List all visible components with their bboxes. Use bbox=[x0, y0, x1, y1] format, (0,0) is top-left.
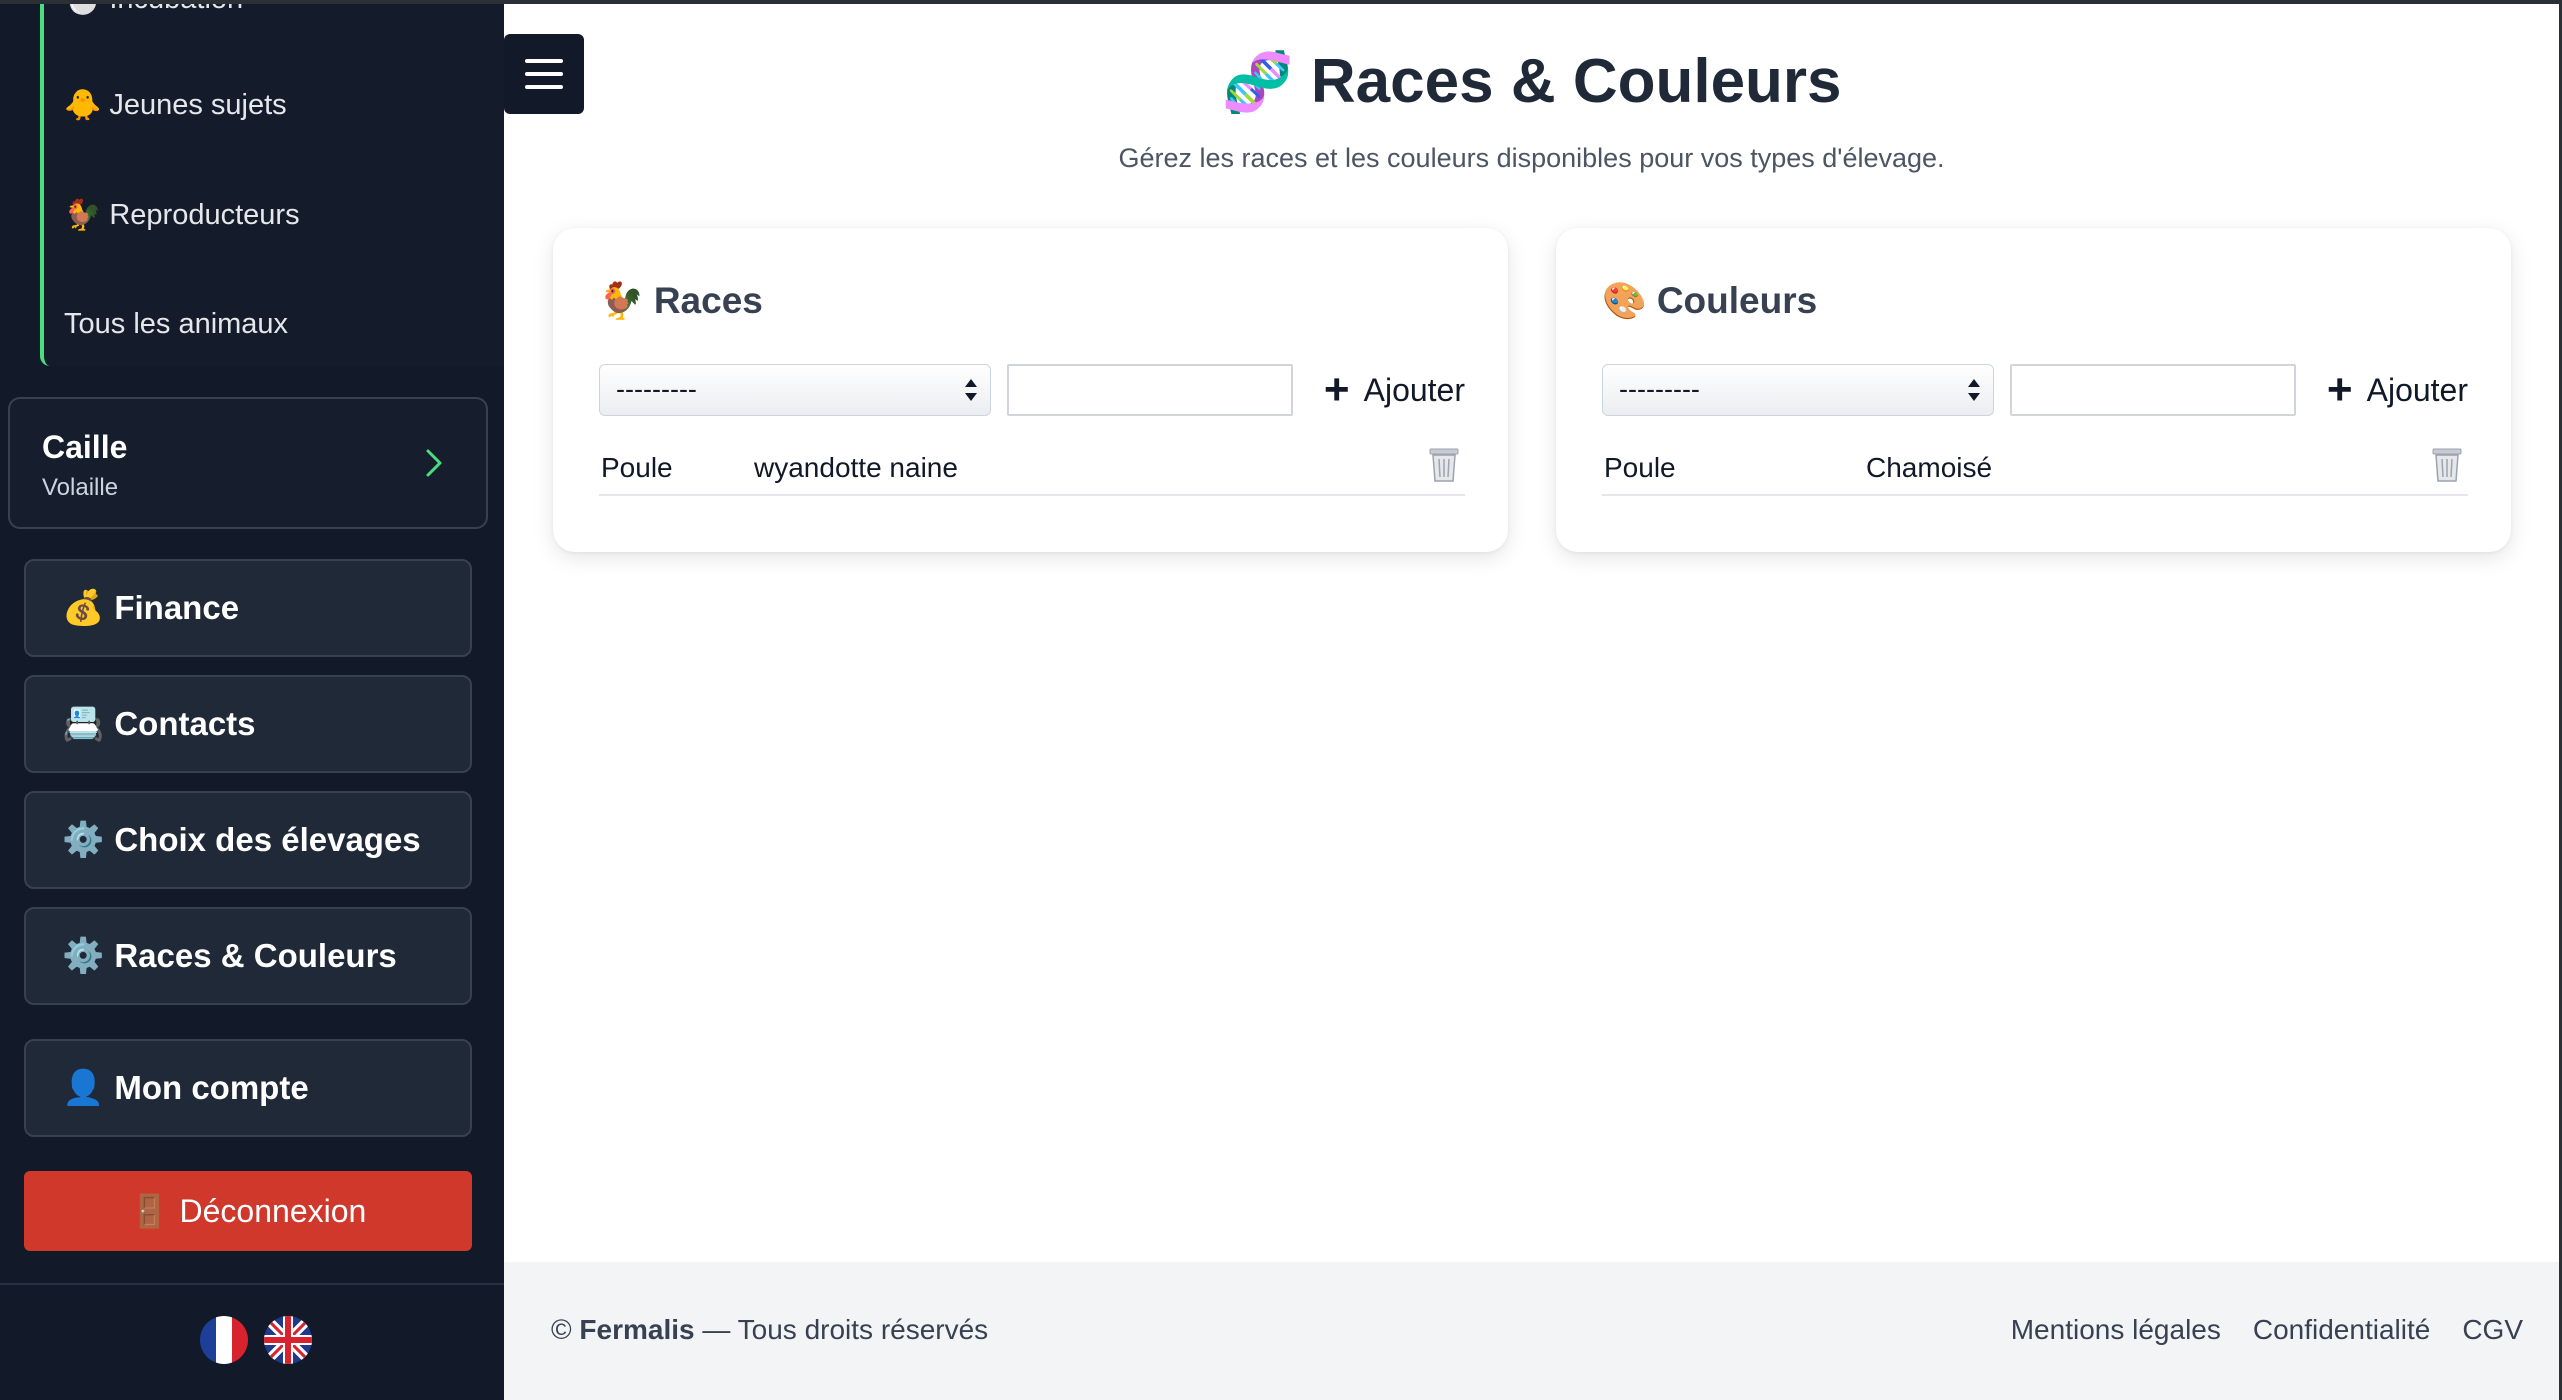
palette-icon: 🎨 bbox=[1602, 280, 1647, 321]
row-name: wyandotte naine bbox=[754, 452, 958, 483]
footer-link-mentions-legales[interactable]: Mentions légales bbox=[2011, 1314, 2221, 1346]
window-top-border bbox=[0, 0, 2562, 4]
chevron-right-icon bbox=[426, 449, 442, 477]
rooster-icon: 🐓 bbox=[64, 199, 102, 232]
add-button-label: Ajouter bbox=[2366, 371, 2468, 408]
races-panel: 🐓 Races --------- + Ajouter Poule wyando… bbox=[553, 228, 1508, 552]
select-arrows-icon bbox=[965, 379, 977, 401]
plus-icon: + bbox=[1323, 365, 1350, 414]
french-flag-icon[interactable] bbox=[200, 1316, 248, 1364]
add-race-button[interactable]: + Ajouter bbox=[1309, 364, 1465, 416]
logout-label: Déconnexion bbox=[179, 1192, 367, 1229]
sidebar-item-label: Tous les animaux bbox=[64, 308, 289, 340]
menu-button-mon-compte[interactable]: 👤 Mon compte bbox=[24, 1039, 472, 1137]
footer-link-confidentialite[interactable]: Confidentialité bbox=[2253, 1314, 2430, 1346]
gear-icon: ⚙️ bbox=[62, 821, 105, 859]
dna-icon: 🧬 bbox=[1221, 50, 1294, 115]
sidebar-divider bbox=[0, 1283, 504, 1285]
sidebar-item-label: Jeunes sujets bbox=[109, 89, 287, 121]
add-button-label: Ajouter bbox=[1363, 371, 1465, 408]
page-subtitle: Gérez les races et les couleurs disponib… bbox=[1118, 143, 1945, 173]
copyright-symbol: © bbox=[551, 1314, 572, 1345]
row-name: Chamoisé bbox=[1866, 452, 1993, 483]
menu-button-choix-des-elevages[interactable]: ⚙️ Choix des élevages bbox=[24, 791, 472, 889]
trash-icon[interactable] bbox=[2430, 446, 2464, 484]
menu-button-label: Choix des élevages bbox=[114, 821, 421, 858]
select-arrows-icon bbox=[1968, 379, 1980, 401]
sidebar-item-jeunes-sujets[interactable]: 🐥 Jeunes sujets bbox=[64, 88, 287, 123]
species-name: Caille bbox=[42, 429, 128, 465]
select-value: --------- bbox=[616, 374, 697, 404]
sidebar-item-label: Reproducteurs bbox=[109, 199, 300, 231]
couleurs-panel: 🎨 Couleurs --------- + Ajouter Poule Cha… bbox=[1556, 228, 2511, 552]
row-type: Poule bbox=[1604, 452, 1676, 483]
couleurs-type-select[interactable]: --------- bbox=[1602, 364, 1994, 416]
select-value: --------- bbox=[1619, 374, 1700, 404]
sidebar-item-reproducteurs[interactable]: 🐓 Reproducteurs bbox=[64, 198, 300, 233]
species-selector-card[interactable]: Caille Volaille bbox=[8, 397, 488, 529]
menu-button-label: Mon compte bbox=[114, 1069, 309, 1106]
couleur-name-input[interactable] bbox=[2010, 364, 2296, 416]
footer-copyright: © Fermalis — Tous droits réservés bbox=[551, 1314, 988, 1346]
sidebar-item-tous-les-animaux[interactable]: Tous les animaux bbox=[64, 308, 288, 341]
user-icon: 👤 bbox=[62, 1069, 105, 1107]
footer-brand: Fermalis bbox=[579, 1314, 695, 1345]
menu-button-contacts[interactable]: 📇 Contacts bbox=[24, 675, 472, 773]
footer-rights: — Tous droits réservés bbox=[702, 1314, 989, 1345]
rooster-icon: 🐓 bbox=[599, 280, 644, 321]
menu-button-label: Contacts bbox=[114, 705, 256, 742]
door-icon: 🚪 bbox=[129, 1193, 170, 1229]
sidebar: 🐣 Incubation 🐥 Jeunes sujets 🐓 Reproduct… bbox=[0, 0, 504, 1400]
row-type: Poule bbox=[601, 452, 673, 483]
race-name-input[interactable] bbox=[1007, 364, 1293, 416]
species-type: Volaille bbox=[42, 474, 119, 501]
page-title: 🧬 Races & Couleurs bbox=[504, 46, 2559, 117]
table-row: Poule wyandotte naine bbox=[599, 442, 1465, 496]
money-bag-icon: 💰 bbox=[62, 589, 105, 627]
panel-title-text: Couleurs bbox=[1656, 280, 1818, 321]
menu-button-finance[interactable]: 💰 Finance bbox=[24, 559, 472, 657]
logout-button[interactable]: 🚪 Déconnexion bbox=[24, 1171, 472, 1251]
add-couleur-button[interactable]: + Ajouter bbox=[2312, 364, 2468, 416]
footer-links: Mentions légales Confidentialité CGV bbox=[2011, 1314, 2523, 1346]
page-title-text: Races & Couleurs bbox=[1310, 47, 1842, 116]
card-index-icon: 📇 bbox=[62, 705, 105, 743]
plus-icon: + bbox=[2326, 365, 2353, 414]
footer: © Fermalis — Tous droits réservés Mentio… bbox=[504, 1262, 2559, 1400]
gear-icon: ⚙️ bbox=[62, 937, 105, 975]
couleurs-panel-title: 🎨 Couleurs bbox=[1602, 280, 1817, 322]
races-type-select[interactable]: --------- bbox=[599, 364, 991, 416]
table-row: Poule Chamoisé bbox=[1602, 442, 2468, 496]
menu-button-label: Finance bbox=[114, 589, 240, 626]
uk-flag-icon[interactable] bbox=[264, 1316, 312, 1364]
chick-icon: 🐥 bbox=[64, 89, 102, 122]
races-panel-title: 🐓 Races bbox=[599, 280, 763, 322]
panel-title-text: Races bbox=[653, 280, 763, 321]
menu-button-label: Races & Couleurs bbox=[114, 937, 397, 974]
sidebar-subnav: 🐣 Incubation 🐥 Jeunes sujets 🐓 Reproduct… bbox=[40, 0, 504, 366]
footer-link-cgv[interactable]: CGV bbox=[2462, 1314, 2523, 1346]
trash-icon[interactable] bbox=[1427, 446, 1461, 484]
menu-button-races-couleurs[interactable]: ⚙️ Races & Couleurs bbox=[24, 907, 472, 1005]
